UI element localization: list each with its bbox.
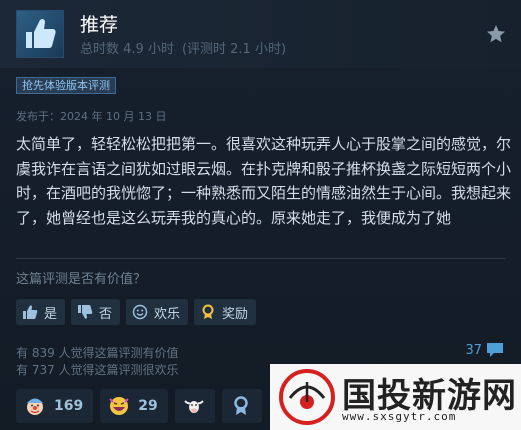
thumbs-down-icon	[76, 303, 94, 321]
ribbon-icon	[230, 395, 252, 417]
cow-icon	[183, 395, 205, 417]
watermark-logo-icon	[279, 369, 335, 425]
review-text: 太简单了，轻轻松松把把第一。很喜欢这种玩弄人心于股掌之间的感觉，尔虞我诈在言语之…	[16, 135, 512, 227]
award-star-button[interactable]	[485, 23, 507, 45]
watermark-url: www.sxsgytr.com	[342, 410, 457, 423]
site-watermark: 国投新游网 www.sxsgytr.com	[270, 364, 521, 430]
award-medal-icon	[199, 303, 217, 321]
divider	[16, 258, 506, 259]
review-header: 推荐 总时数 4.9 小时 (评测时 2.1 小时)	[0, 0, 521, 68]
award-laughing[interactable]: 29	[100, 389, 168, 423]
funny-count: 有 737 人觉得这篇评测很欢乐	[16, 363, 179, 377]
star-icon	[487, 25, 505, 43]
comments-link[interactable]: 37	[465, 342, 504, 358]
helpful-count: 有 839 人觉得这篇评测有价值	[16, 346, 179, 360]
comment-bubble-icon	[487, 343, 503, 357]
helpful-question: 这篇评测是否有价值？	[16, 272, 147, 287]
received-awards: 169 29	[16, 389, 262, 423]
comment-count: 37	[465, 342, 482, 358]
helpful-stats: 有 839 人觉得这篇评测有价值 有 737 人觉得这篇评测很欢乐	[16, 345, 179, 379]
vote-yes-button[interactable]: 是	[16, 299, 66, 325]
vote-funny-button[interactable]: 欢乐	[126, 299, 189, 325]
vote-funny-label: 欢乐	[154, 306, 181, 322]
thumbs-up-icon	[21, 303, 39, 321]
hours-total: 总时数 4.9 小时	[80, 42, 174, 57]
award-ribbon[interactable]	[221, 389, 262, 423]
vote-buttons: 是 否 欢乐 奖励	[16, 299, 257, 325]
recommended-thumb-icon	[16, 10, 64, 58]
laughing-face-icon	[108, 395, 130, 417]
award-cow[interactable]	[174, 389, 215, 423]
vote-no-button[interactable]: 否	[71, 299, 121, 325]
vote-yes-label: 是	[44, 306, 58, 322]
smiley-icon	[131, 303, 149, 321]
vote-no-label: 否	[99, 306, 113, 322]
award-clown-count: 169	[54, 398, 84, 414]
give-award-label: 奖励	[222, 306, 249, 322]
give-award-button[interactable]: 奖励	[194, 299, 257, 325]
clown-icon	[24, 395, 46, 417]
award-laughing-count: 29	[138, 398, 158, 414]
hours-at-review: (评测时 2.1 小时)	[181, 42, 287, 57]
recommendation-title: 推荐	[80, 14, 119, 36]
award-clown[interactable]: 169	[16, 389, 94, 423]
early-access-badge: 抢先体验版本评测	[16, 77, 116, 94]
posted-date: 发布于：2024 年 10 月 13 日	[16, 110, 167, 123]
playtime-info: 总时数 4.9 小时 (评测时 2.1 小时)	[80, 38, 286, 57]
